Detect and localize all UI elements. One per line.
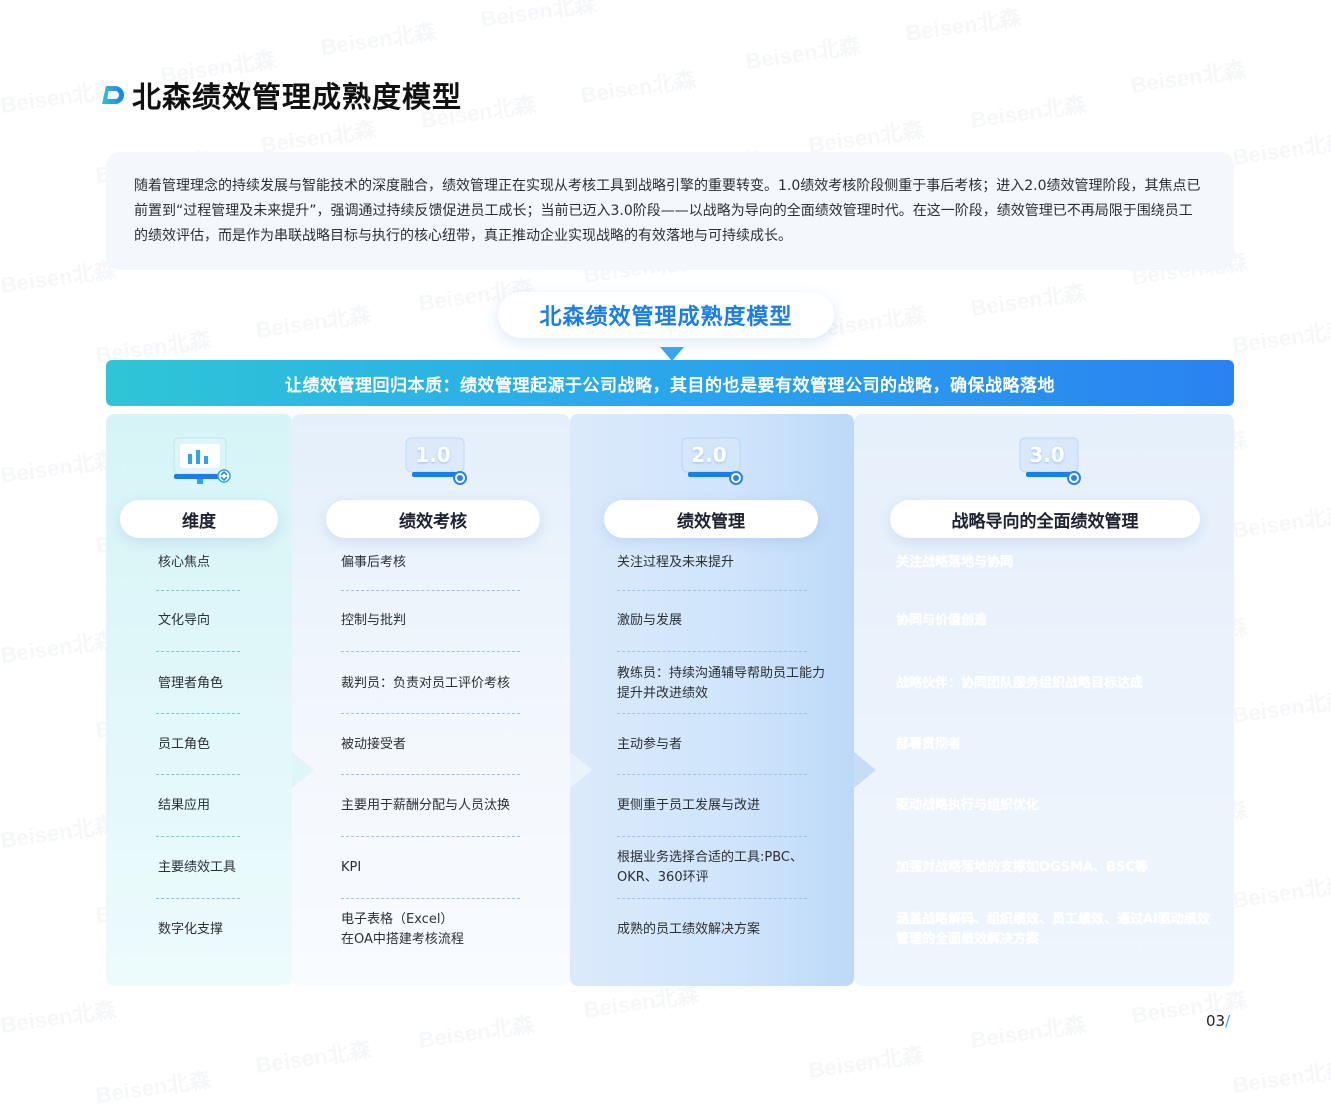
watermark-text: Beisen北森 <box>903 0 1023 48</box>
table-cell: 员工角色 <box>158 737 211 752</box>
monitor-chart-icon <box>173 437 231 484</box>
watermark-text: Beisen北森 <box>1230 497 1331 545</box>
table-cell: 结果应用 <box>158 798 211 813</box>
row-divider <box>156 590 240 591</box>
table-cell: 激励与发展 <box>617 613 683 628</box>
table-cell: 偏事后考核 <box>341 555 407 570</box>
model-title: 北森绩效管理成熟度模型 <box>539 305 793 330</box>
watermark-text: Beisen北森 <box>318 14 438 62</box>
table-cell: 关注战略落地与协同 <box>896 555 1014 570</box>
table-cell: 更侧重于员工发展与改进 <box>617 798 761 813</box>
watermark-text: Beisen北森 <box>0 252 118 300</box>
table-cell: 主要用于薪酬分配与人员汰换 <box>341 798 511 813</box>
watermark-text: Beisen北森 <box>743 28 863 76</box>
table-cell: 协同与价值创造 <box>896 613 988 628</box>
table-cell: 文化导向 <box>158 613 211 628</box>
down-arrow-icon <box>660 347 684 361</box>
row-divider <box>156 898 240 899</box>
table-cell: 涵盖战略解码、组织绩效、员工绩效、通过AI驱动绩效管理的全面绩效解决方案 <box>896 912 1210 947</box>
intro-box: 随着管理理念的持续发展与智能技术的深度融合，绩效管理正在实现从考核工具到战略引擎… <box>106 152 1234 270</box>
stage-2-badge-label: 2.0 <box>691 443 727 467</box>
watermark-text: Beisen北森 <box>0 622 118 670</box>
row-divider <box>341 898 520 899</box>
heading-stage-1: 绩效考核 <box>326 500 540 538</box>
watermark-text: Beisen北森 <box>578 62 698 110</box>
table-cell: 主要绩效工具 <box>158 860 237 875</box>
watermark-text: Beisen北森 <box>1230 867 1331 915</box>
row-divider <box>156 774 240 775</box>
watermark-text: Beisen北森 <box>806 1037 926 1085</box>
watermark-text: Beisen北森 <box>968 1007 1088 1055</box>
row-divider <box>617 774 807 775</box>
watermark-text: Beisen北森 <box>0 992 118 1040</box>
model-title-pill: 北森绩效管理成熟度模型 <box>498 292 834 338</box>
table-cell: 部署贯彻者 <box>896 737 962 752</box>
chevron-right-icon <box>854 752 876 788</box>
table-cell: 控制与批判 <box>341 613 407 628</box>
heading-stage-3: 战略导向的全面绩效管理 <box>890 500 1200 538</box>
watermark-text: Beisen北森 <box>0 807 118 855</box>
table-cell: 关注过程及未来提升 <box>617 555 735 570</box>
watermark-text: Beisen北森 <box>1230 1052 1331 1100</box>
page-title: 北森绩效管理成熟度模型 <box>132 80 463 114</box>
watermark-text: Beisen北森 <box>478 0 598 34</box>
page-number: 03/ <box>1206 1012 1230 1030</box>
row-divider <box>617 836 807 837</box>
watermark-text: Beisen北森 <box>1128 52 1248 100</box>
row-divider <box>156 651 240 652</box>
heading-stage-2: 绩效管理 <box>604 500 818 538</box>
table-cell: 数字化支撑 <box>158 922 224 937</box>
table-cell: 主动参与者 <box>617 737 683 752</box>
table-cell: 战略伙伴：协同团队服务组织战略目标达成 <box>896 676 1144 691</box>
watermark-text: Beisen北森 <box>93 1062 213 1110</box>
row-divider <box>341 590 520 591</box>
principle-banner: 让绩效管理回归本质：绩效管理起源于公司战略，其目的也是要有效管理公司的战略，确保… <box>106 360 1234 406</box>
table-cell: 核心焦点 <box>158 555 211 570</box>
stage-3-badge-label: 3.0 <box>1029 443 1065 467</box>
table-cell: 被动接受者 <box>341 737 407 752</box>
watermark-text: Beisen北森 <box>0 442 118 490</box>
watermark-text: Beisen北森 <box>1230 124 1331 172</box>
table-cell: 管理者角色 <box>158 676 224 691</box>
row-divider <box>617 713 807 714</box>
watermark-text: Beisen北森 <box>1129 982 1249 1030</box>
table-cell: 加强对战略落地的支撑如OGSMA、BSC等 <box>896 860 1148 875</box>
table-cell: KPI <box>341 860 362 875</box>
heading-dimension: 维度 <box>120 500 278 538</box>
intro-text: 随着管理理念的持续发展与智能技术的深度融合，绩效管理正在实现从考核工具到战略引擎… <box>134 178 1201 244</box>
table-cell: 教练员：持续沟通辅导帮助员工能力提升并改进绩效 <box>617 666 826 701</box>
row-divider <box>617 590 807 591</box>
watermark-text: Beisen北森 <box>416 1007 536 1055</box>
watermark-text: Beisen北森 <box>1230 682 1331 730</box>
row-divider <box>341 774 520 775</box>
row-divider <box>617 898 807 899</box>
row-divider <box>156 836 240 837</box>
watermark-text: Beisen北森 <box>253 1032 373 1080</box>
watermark-text: Beisen北森 <box>253 297 373 345</box>
row-divider <box>341 713 520 714</box>
watermark-text: Beisen北森 <box>968 87 1088 135</box>
chevron-right-icon <box>570 752 592 788</box>
brand-logo-icon <box>102 86 124 104</box>
watermark-text: Beisen北森 <box>968 275 1088 323</box>
table-cell: 驱动战略执行与组织优化 <box>896 798 1040 813</box>
stage-1-badge-label: 1.0 <box>415 443 451 467</box>
principle-banner-text: 让绩效管理回归本质：绩效管理起源于公司战略，其目的也是要有效管理公司的战略，确保… <box>285 375 1055 396</box>
table-cell: 裁判员：负责对员工评价考核 <box>341 676 511 691</box>
row-divider <box>341 836 520 837</box>
page-header: 北森绩效管理成熟度模型 <box>100 78 462 114</box>
row-divider <box>617 651 807 652</box>
table-cell: 电子表格（Excel） 在OA中搭建考核流程 <box>341 912 464 947</box>
table-cell: 成熟的员工绩效解决方案 <box>617 922 761 937</box>
chevron-right-icon <box>292 752 314 788</box>
page-number-value: 03 <box>1206 1012 1226 1030</box>
row-divider <box>341 651 520 652</box>
table-cell: 根据业务选择合适的工具:PBC、OKR、360环评 <box>617 850 803 885</box>
watermark-text: Beisen北森 <box>1230 312 1331 360</box>
page-number-slash: / <box>1225 1012 1231 1030</box>
row-divider <box>156 713 240 714</box>
